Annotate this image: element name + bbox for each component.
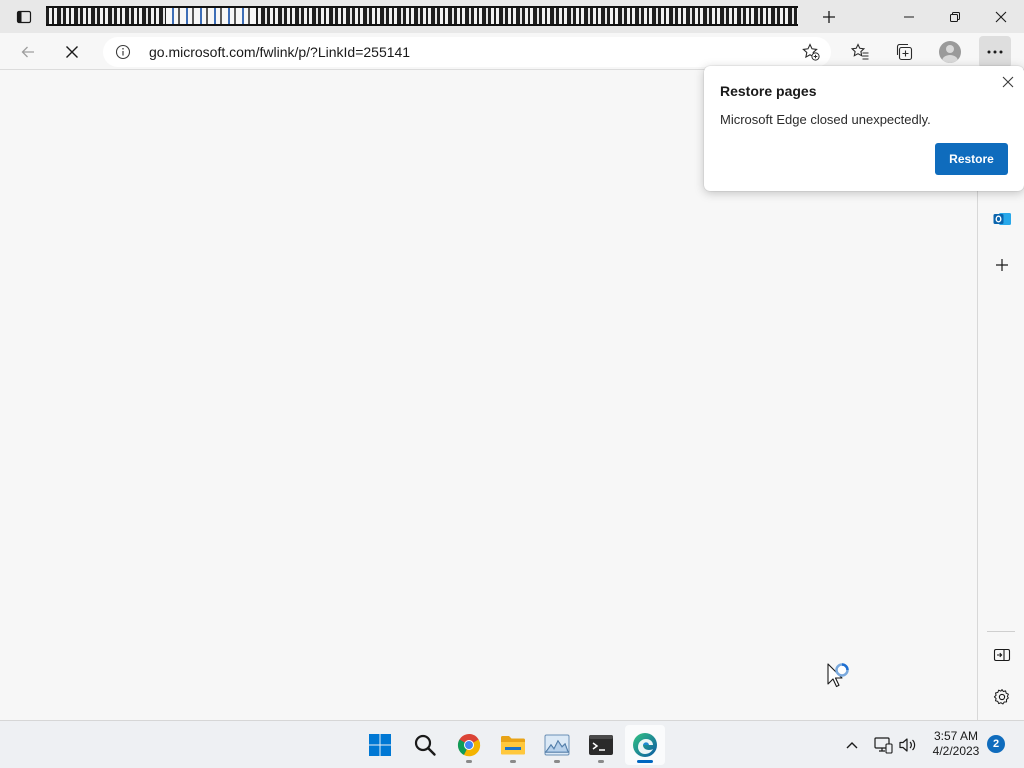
info-icon[interactable] <box>115 44 131 60</box>
close-icon <box>995 11 1007 22</box>
clock-time: 3:57 AM <box>933 729 979 743</box>
terminal-icon <box>589 735 613 755</box>
favorites-button[interactable] <box>844 36 876 68</box>
dialog-close-button[interactable] <box>1000 74 1016 90</box>
clock-date: 4/2/2023 <box>932 744 980 758</box>
running-indicator <box>598 760 604 763</box>
avatar-icon <box>939 41 961 63</box>
collections-icon <box>896 43 913 61</box>
taskbar: 3:57 AM 4/2/2023 2 <box>0 720 1024 768</box>
tab-strip-artifact <box>166 8 256 24</box>
new-tab-button[interactable] <box>813 0 845 33</box>
busy-cursor-icon <box>827 663 849 688</box>
restore-window-button[interactable] <box>932 0 978 33</box>
taskbar-clock[interactable]: 3:57 AM 4/2/2023 <box>924 729 988 759</box>
running-indicator <box>554 760 560 763</box>
settings-and-more-button[interactable] <box>979 36 1011 68</box>
arrow-left-icon <box>21 46 34 58</box>
stop-loading-button[interactable] <box>56 36 88 68</box>
restore-window-icon <box>950 11 960 22</box>
taskbar-file-explorer-button[interactable] <box>493 725 533 765</box>
plus-icon <box>996 259 1008 271</box>
chevron-up-icon <box>846 742 858 749</box>
minimize-icon <box>904 16 914 17</box>
sidebar-settings-button[interactable] <box>988 683 1016 711</box>
profile-button[interactable] <box>934 36 966 68</box>
folder-icon <box>501 736 525 755</box>
taskbar-image-viewer-button[interactable] <box>537 725 577 765</box>
address-bar[interactable]: go.microsoft.com/fwlink/p/?LinkId=255141 <box>103 37 831 67</box>
notification-badge[interactable]: 2 <box>987 735 1005 753</box>
browser-toolbar: go.microsoft.com/fwlink/p/?LinkId=255141 <box>0 33 1024 70</box>
minimize-button[interactable] <box>886 0 932 33</box>
restore-pages-dialog: Restore pages Microsoft Edge closed unex… <box>704 66 1024 191</box>
star-plus-icon[interactable] <box>801 42 821 62</box>
windows-logo-icon <box>369 734 391 756</box>
tab-actions-button[interactable] <box>10 6 38 28</box>
dialog-message: Microsoft Edge closed unexpectedly. <box>720 112 931 127</box>
dialog-title: Restore pages <box>720 83 817 99</box>
network-icon[interactable] <box>873 735 893 755</box>
sidebar-add-button[interactable] <box>988 251 1016 279</box>
restore-button[interactable]: Restore <box>935 143 1008 175</box>
close-window-button[interactable] <box>978 0 1024 33</box>
outlook-icon <box>993 213 1011 225</box>
close-icon <box>1002 76 1014 88</box>
taskbar-edge-button[interactable] <box>625 725 665 765</box>
close-icon <box>66 46 78 58</box>
taskbar-start-button[interactable] <box>360 725 400 765</box>
sidebar-item-outlook[interactable] <box>988 205 1016 233</box>
collections-button[interactable] <box>889 36 921 68</box>
url-text[interactable]: go.microsoft.com/fwlink/p/?LinkId=255141 <box>149 44 410 60</box>
split-screen-icon <box>993 648 1011 662</box>
running-indicator-active <box>637 760 653 763</box>
image-icon <box>544 734 570 756</box>
running-indicator <box>510 760 516 763</box>
plus-icon <box>823 10 835 23</box>
volume-icon[interactable] <box>898 735 918 755</box>
gear-icon <box>993 689 1009 705</box>
sidebar-divider <box>987 631 1015 632</box>
search-icon <box>414 734 436 756</box>
running-indicator <box>466 760 472 763</box>
favorites-icon <box>850 43 869 60</box>
back-button[interactable] <box>12 36 44 68</box>
tab-strip[interactable] <box>46 6 798 26</box>
title-bar <box>0 0 1024 33</box>
tab-actions-icon <box>16 10 32 24</box>
chrome-icon <box>457 734 481 757</box>
taskbar-chrome-button[interactable] <box>449 725 489 765</box>
show-hidden-icons-button[interactable] <box>842 735 862 755</box>
edge-icon <box>633 733 657 757</box>
taskbar-terminal-button[interactable] <box>581 725 621 765</box>
sidebar-split-screen-button[interactable] <box>988 641 1016 669</box>
taskbar-search-button[interactable] <box>405 725 445 765</box>
ellipsis-icon <box>987 50 1003 54</box>
